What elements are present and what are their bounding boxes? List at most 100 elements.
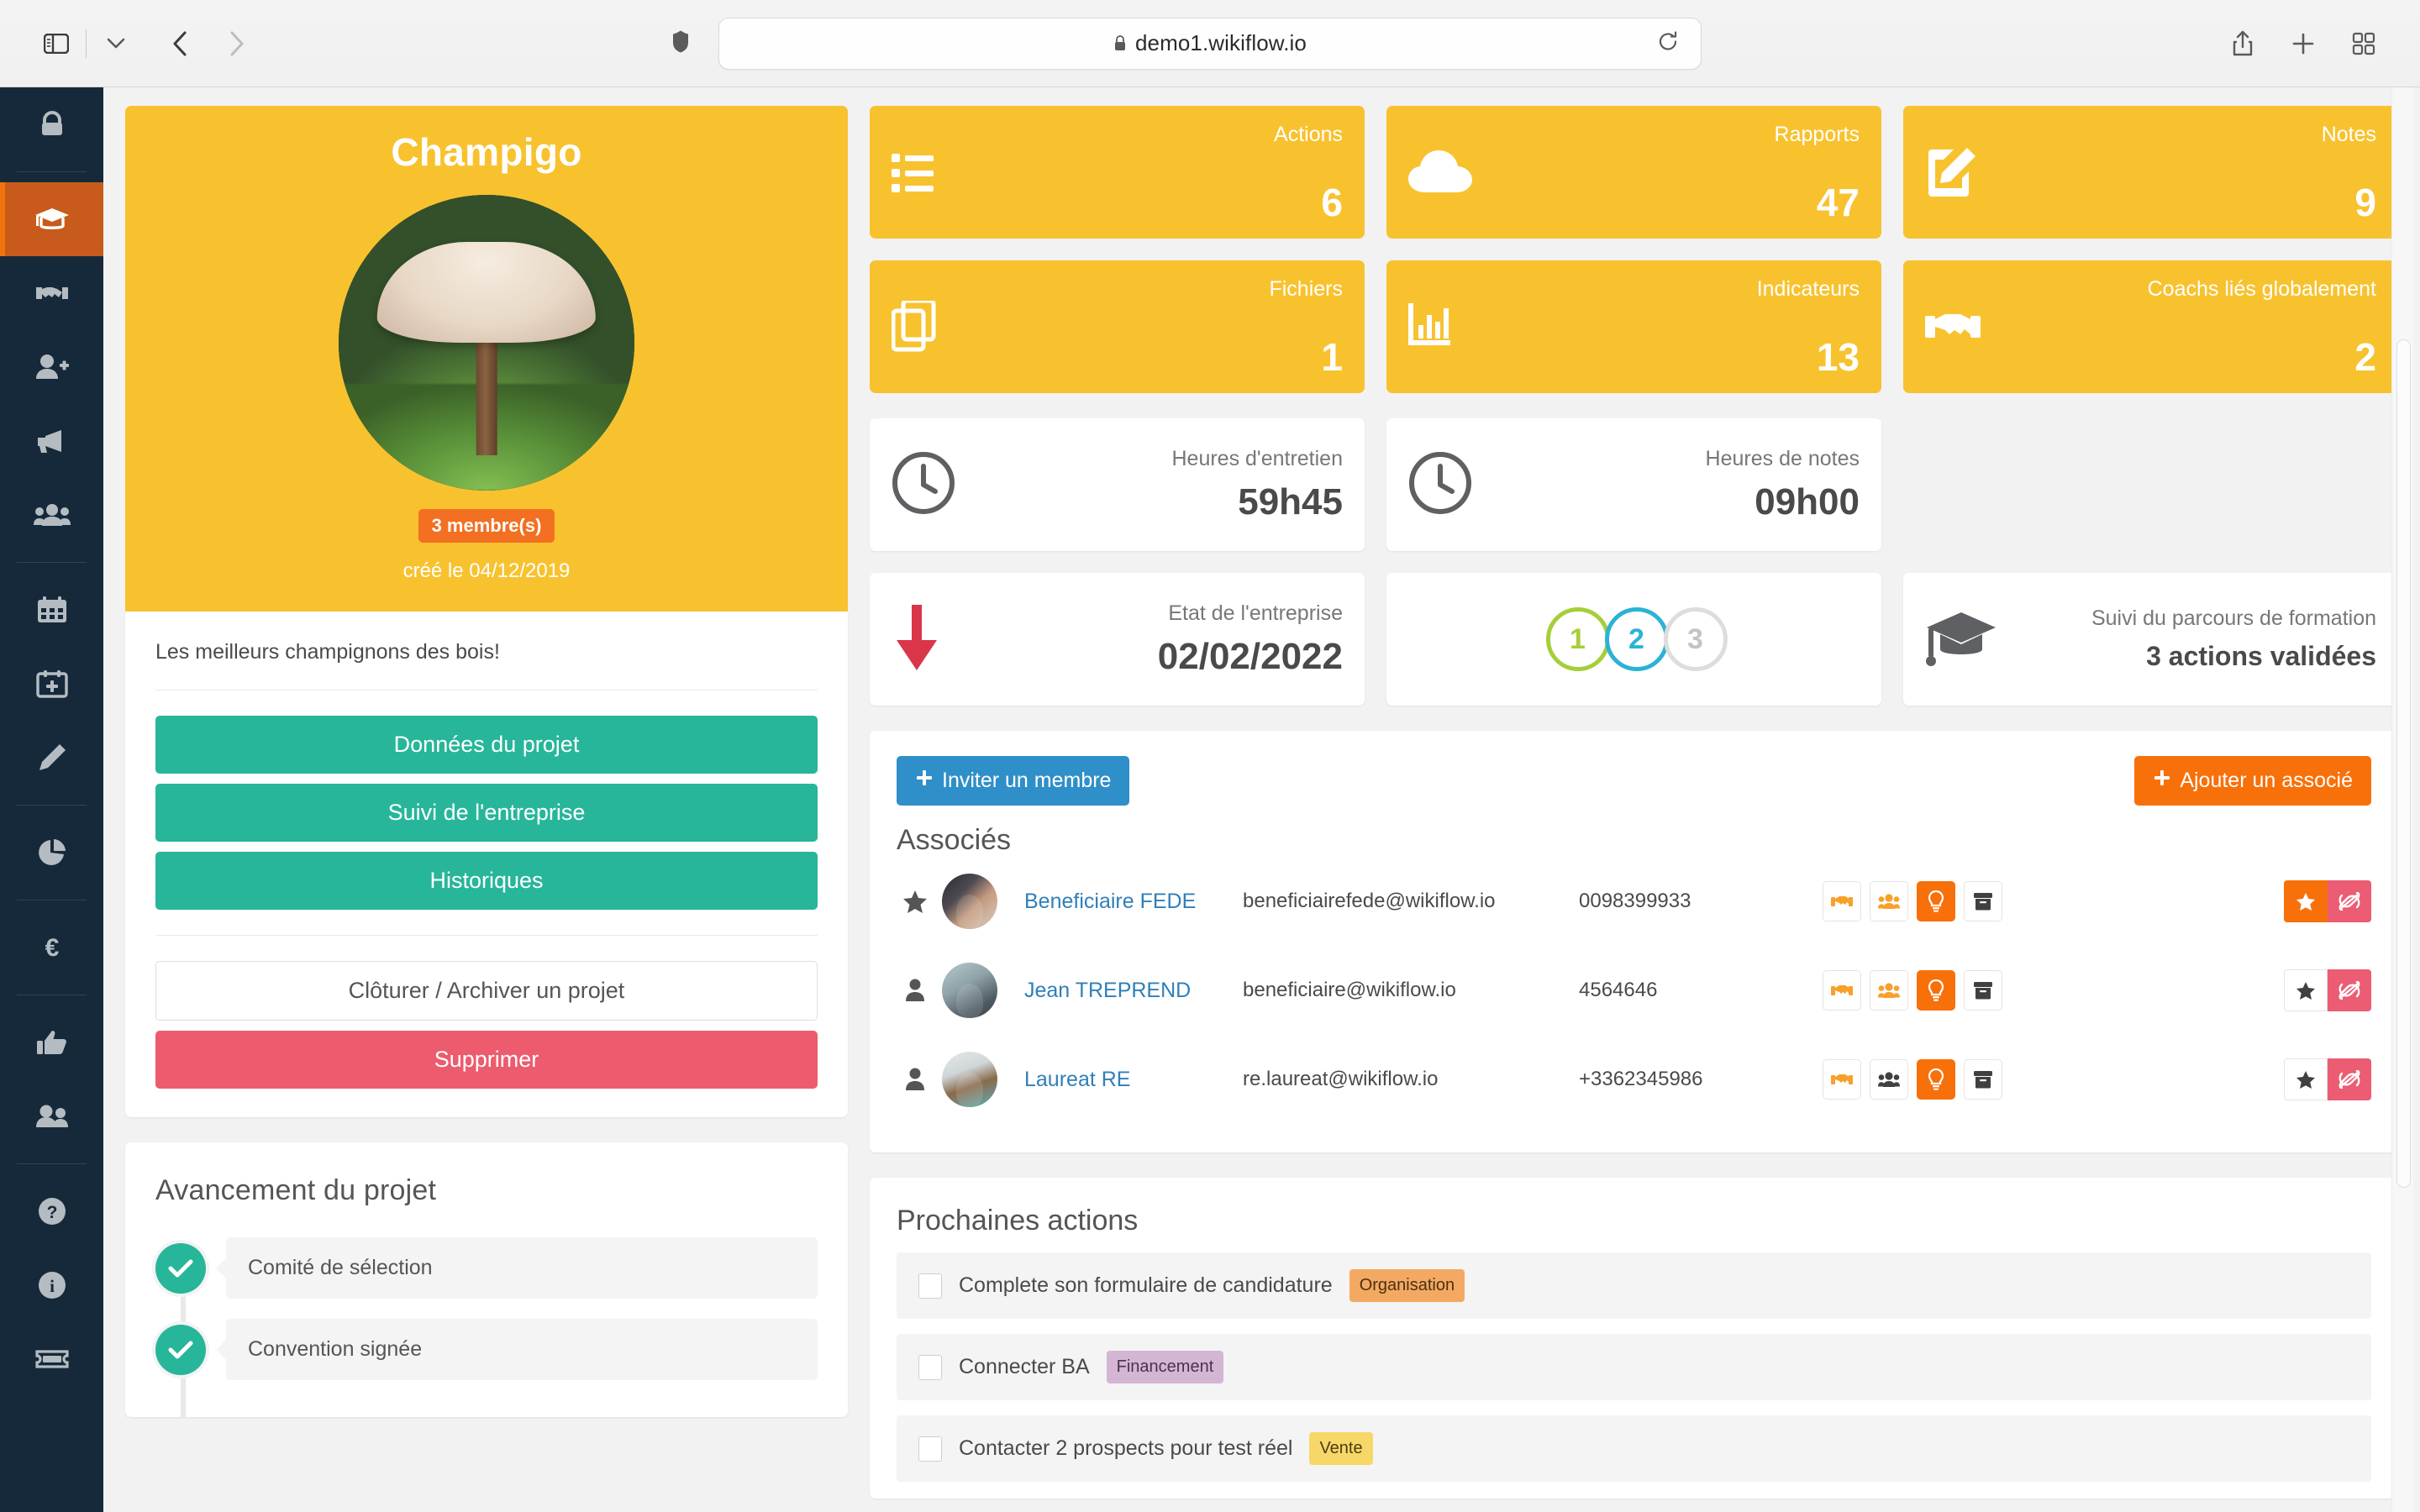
member-name-link[interactable]: Jean TREPREND — [1024, 979, 1243, 1003]
chevron-down-icon[interactable] — [92, 19, 140, 68]
ajouter-un-associe-button[interactable]: Ajouter un associé — [2134, 756, 2371, 806]
wtile-heures-entretien[interactable]: Heures d'entretien 59h45 — [870, 418, 1365, 551]
sidebar-toggle-icon[interactable] — [32, 19, 81, 68]
member-action-buttons — [1823, 970, 2002, 1011]
stat-tile-coachs[interactable]: Coachs liés globalement 2 — [1903, 260, 2398, 393]
svg-text:€: € — [45, 934, 59, 962]
step-item[interactable]: Convention signée — [155, 1319, 818, 1418]
member-action-buttons — [1823, 1059, 2002, 1100]
lightbulb-icon[interactable] — [1917, 881, 1955, 921]
unlink-icon[interactable] — [2328, 880, 2371, 922]
archive-icon[interactable] — [1964, 881, 2002, 921]
page-scrollbar[interactable] — [2391, 87, 2413, 1512]
list-item[interactable]: Complete son formulaire de candidature O… — [897, 1252, 2371, 1319]
sidebar-item-thumbs-up[interactable] — [0, 1005, 103, 1079]
sidebar-item-graduation-cap[interactable] — [0, 182, 103, 256]
sidebar-item-pencil[interactable] — [0, 721, 103, 795]
users-icon[interactable] — [1870, 970, 1908, 1011]
cloturer-archiver-button[interactable]: Clôturer / Archiver un projet — [155, 961, 818, 1021]
sidebar-item-megaphone[interactable] — [0, 404, 103, 478]
stepper-circle-1[interactable]: 1 — [1545, 607, 1610, 671]
member-name-link[interactable]: Beneficiaire FEDE — [1024, 890, 1243, 914]
wtile-etat-entreprise[interactable]: Etat de l'entreprise 02/02/2022 — [870, 573, 1365, 706]
sidebar-item-ticket[interactable] — [0, 1322, 103, 1396]
handshake-icon[interactable] — [1823, 881, 1861, 921]
favorite-star-icon[interactable] — [2284, 969, 2328, 1011]
sidebar-item-lock[interactable] — [0, 87, 103, 161]
list-item[interactable]: Connecter BA Financement — [897, 1334, 2371, 1400]
lightbulb-icon[interactable] — [1917, 970, 1955, 1011]
stat-tile-actions[interactable]: Actions 6 — [870, 106, 1365, 239]
list-item[interactable]: Contacter 2 prospects pour test réel Ven… — [897, 1415, 2371, 1482]
address-bar[interactable]: demo1.wikiflow.io — [718, 17, 1702, 70]
forward-arrow-icon[interactable] — [213, 19, 261, 68]
stepper-circle-2[interactable]: 2 — [1604, 607, 1669, 671]
favorite-star-icon[interactable] — [2284, 1058, 2328, 1100]
project-created-date: créé le 04/12/2019 — [402, 559, 571, 582]
wtile-heures-notes[interactable]: Heures de notes 09h00 — [1386, 418, 1881, 551]
scrollbar-thumb[interactable] — [2396, 339, 2411, 1188]
shield-icon[interactable] — [671, 29, 690, 57]
stat-label: Rapports — [1774, 123, 1860, 146]
handshake-icon[interactable] — [1823, 970, 1861, 1011]
unlink-icon[interactable] — [2328, 969, 2371, 1011]
favorite-star-icon[interactable] — [2284, 880, 2328, 922]
left-icon-rail: € ? i — [0, 87, 103, 1512]
bar-chart-icon — [1408, 277, 1459, 376]
person-icon — [897, 1068, 934, 1091]
sidebar-item-handshake[interactable] — [0, 256, 103, 330]
action-checkbox[interactable] — [918, 1273, 942, 1299]
unlink-icon[interactable] — [2328, 1058, 2371, 1100]
url-text: demo1.wikiflow.io — [1134, 30, 1307, 55]
reload-icon[interactable] — [1657, 30, 1679, 56]
sidebar-item-question-circle[interactable]: ? — [0, 1174, 103, 1248]
back-arrow-icon[interactable] — [155, 19, 204, 68]
sidebar-item-euro[interactable]: € — [0, 911, 103, 984]
member-email: re.laureat@wikiflow.io — [1243, 1068, 1439, 1090]
stepper-circle-3[interactable]: 3 — [1663, 607, 1728, 671]
lightbulb-icon[interactable] — [1917, 1059, 1955, 1100]
archive-icon[interactable] — [1964, 1059, 2002, 1100]
sidebar-item-users[interactable] — [0, 478, 103, 552]
button-label: Ajouter un associé — [2180, 769, 2353, 792]
member-name-link[interactable]: Laureat RE — [1024, 1068, 1243, 1092]
action-checkbox[interactable] — [918, 1354, 942, 1380]
handshake-icon[interactable] — [1823, 1059, 1861, 1100]
donnees-du-projet-button[interactable]: Données du projet — [155, 716, 818, 774]
rail-divider — [17, 171, 87, 172]
sidebar-item-calendar-plus[interactable] — [0, 647, 103, 721]
users-icon[interactable] — [1870, 1059, 1908, 1100]
tab-overview-icon[interactable] — [2339, 19, 2388, 68]
stat-tile-indicateurs[interactable]: Indicateurs 13 — [1386, 260, 1881, 393]
wtile-label: Suivi du parcours de formation — [2091, 606, 2376, 630]
member-action-buttons — [1823, 881, 2002, 921]
sidebar-item-pie-chart[interactable] — [0, 816, 103, 890]
suivi-entreprise-button[interactable]: Suivi de l'entreprise — [155, 784, 818, 842]
historiques-button[interactable]: Historiques — [155, 852, 818, 910]
wtile-stepper[interactable]: 1 2 3 — [1386, 573, 1881, 706]
action-checkbox[interactable] — [918, 1436, 942, 1462]
plus-icon[interactable] — [2279, 19, 2328, 68]
sidebar-item-user-plus[interactable] — [0, 330, 103, 404]
step-item[interactable]: Comité de sélection — [155, 1237, 818, 1336]
sidebar-item-calendar[interactable] — [0, 573, 103, 647]
stat-tile-notes[interactable]: Notes 9 — [1903, 106, 2398, 239]
sidebar-item-info-circle[interactable]: i — [0, 1248, 103, 1322]
archive-icon[interactable] — [1964, 970, 2002, 1011]
stat-tile-rapports[interactable]: Rapports 47 — [1386, 106, 1881, 239]
stat-label: Coachs liés globalement — [2147, 277, 2376, 301]
stat-tile-fichiers[interactable]: Fichiers 1 — [870, 260, 1365, 393]
users-icon[interactable] — [1870, 881, 1908, 921]
inviter-un-membre-button[interactable]: Inviter un membre — [897, 756, 1130, 806]
sidebar-item-user-group[interactable] — [0, 1079, 103, 1153]
wtile-parcours-formation[interactable]: Suivi du parcours de formation 3 actions… — [1903, 573, 2398, 706]
share-icon[interactable] — [2218, 19, 2267, 68]
wtile-label: Heures de notes — [1705, 446, 1860, 470]
wtile-value: 09h00 — [1754, 480, 1860, 522]
wtile-value: 59h45 — [1238, 480, 1343, 522]
rail-divider — [17, 1163, 87, 1164]
wtile-label: Heures d'entretien — [1171, 446, 1343, 470]
handshake-icon — [1925, 277, 1981, 376]
svg-text:?: ? — [46, 1203, 57, 1222]
supprimer-button[interactable]: Supprimer — [155, 1031, 818, 1089]
